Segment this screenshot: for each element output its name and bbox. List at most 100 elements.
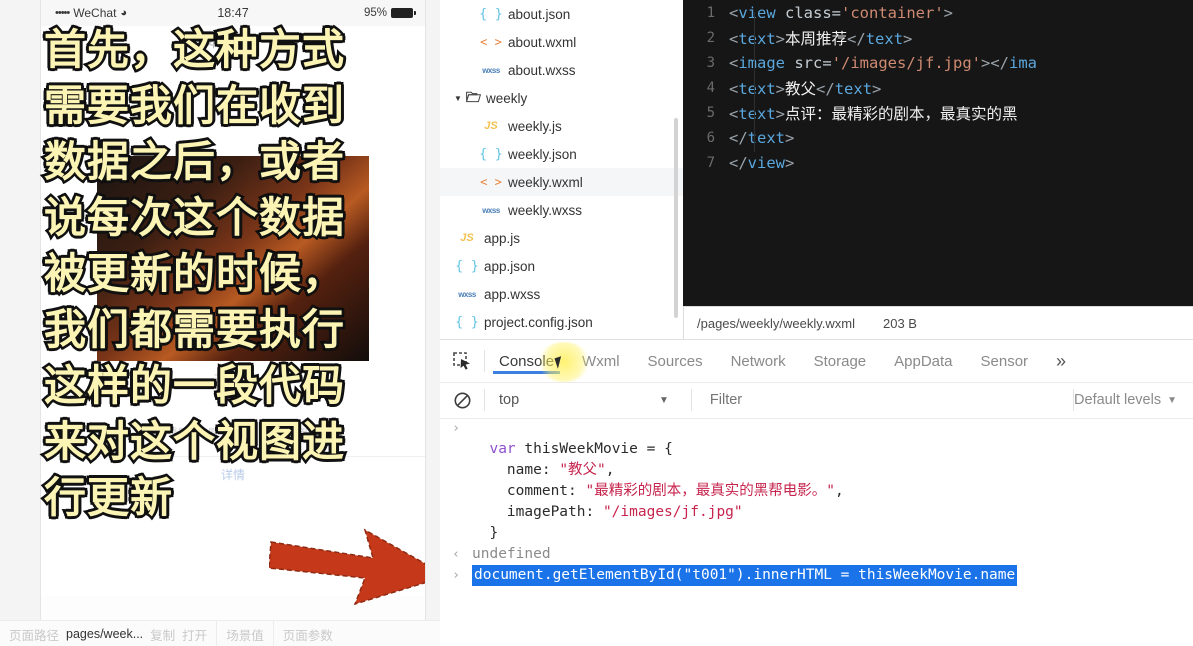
console-row[interactable]: imagePath: "/images/jf.jpg" (440, 502, 1193, 523)
file-tree-item-label: weekly (486, 90, 528, 106)
code-line-text: </view> (729, 153, 795, 172)
console-row-text: imagePath: "/images/jf.jpg" (472, 504, 743, 520)
console-row-marker: › (452, 421, 460, 436)
copy-button[interactable]: 复制 (150, 625, 175, 644)
file-tree-item[interactable]: wxss weekly.wxss (440, 196, 683, 224)
file-tree-item[interactable]: { } app.json (440, 252, 683, 280)
code-editor[interactable]: 1 <view class='container'> 2 <text>本周推荐</t… (683, 0, 1193, 306)
code-line[interactable]: 6 </text> (683, 125, 1193, 150)
console-output[interactable]: › var thisWeekMovie = { name: "教父", comm… (440, 418, 1193, 646)
console-levels-label: Default levels (1074, 392, 1162, 408)
cursor-highlight (536, 342, 592, 382)
file-tree-item-label: app.json (484, 258, 536, 274)
console-row[interactable]: › document.getElementById("t001").innerHT… (440, 565, 1193, 586)
console-row[interactable]: ‹ undefined (440, 544, 1193, 565)
open-button[interactable]: 打开 (182, 625, 207, 644)
content-divider (41, 456, 425, 457)
code-line[interactable]: 7 </view> (683, 150, 1193, 175)
red-arrow-annotation (269, 524, 425, 608)
file-info-bar: /pages/weekly/weekly.wxml 203 B (683, 306, 1193, 339)
file-tree-scrollbar[interactable] (674, 118, 678, 318)
file-tree-item-label: app.wxss (484, 286, 541, 302)
tab-appdata[interactable]: AppData (880, 340, 966, 382)
file-tree-item[interactable]: wxss about.wxss (440, 56, 683, 84)
page-path-label: 页面路径 (9, 628, 60, 643)
json-icon: { } (455, 258, 479, 274)
chevron-down-icon[interactable]: ▼ (659, 395, 669, 406)
code-line[interactable]: 1 <view class='container'> (683, 0, 1193, 25)
movie-comment: 点评：最精彩的剧本，最真实的黑帮电影。 (138, 428, 328, 439)
line-number: 4 (706, 79, 715, 96)
wxss-icon: wxss (458, 289, 476, 299)
phone-simulator: ••••• WeChat ◕ 18:47 95% 本周推荐 教父 点评：最精彩的… (40, 0, 426, 620)
movie-title: 教父 (213, 372, 253, 394)
page-params-button[interactable]: 页面参数 (274, 621, 342, 646)
console-row[interactable]: name: "教父", (440, 460, 1193, 481)
file-tree-item[interactable]: wxss app.wxss (440, 280, 683, 308)
code-line[interactable]: 5 <text>点评：最精彩的剧本，最真实的黑 (683, 100, 1193, 125)
code-line[interactable]: 4 <text>教父</text> (683, 75, 1193, 100)
page-heading: 本周推荐 (206, 35, 259, 50)
console-filter-bar: top ▼ Default levels ▼ (440, 382, 1193, 419)
more-tabs-button[interactable]: » (1042, 340, 1080, 382)
console-row[interactable]: } (440, 523, 1193, 544)
code-line[interactable]: 2 <text>本周推荐</text> (683, 25, 1193, 50)
json-icon: { } (455, 314, 479, 330)
file-tree-item-label: app.js (484, 230, 521, 246)
file-tree-item-label: about.wxss (508, 62, 576, 78)
file-tree-item[interactable]: JS weekly.js (440, 112, 683, 140)
file-tree-item-label: weekly.wxml (508, 174, 583, 190)
file-tree-item[interactable]: { } about.json (440, 0, 683, 28)
line-number: 5 (706, 104, 715, 121)
js-icon: JS (460, 232, 474, 244)
file-explorer[interactable]: { } about.json < > about.wxml wxss about.wxss… (440, 0, 684, 338)
console-row[interactable]: comment: "最精彩的剧本，最真实的黑帮电影。", (440, 481, 1193, 502)
line-number: 3 (706, 54, 715, 71)
code-line-text: <text>本周推荐</text> (729, 29, 913, 48)
simulator-bottom-bar: 页面路径 pages/week... 复制 打开 场景值 页面参数 (0, 620, 440, 646)
code-line[interactable]: 3 <image src='/images/jf.jpg'></ima (683, 50, 1193, 75)
movie-poster-image (97, 156, 369, 361)
clear-console-icon[interactable] (440, 392, 484, 409)
tab-sensor[interactable]: Sensor (967, 340, 1043, 382)
file-tree-item-label: project.config.json (484, 314, 593, 330)
wxml-icon: < > (480, 175, 502, 189)
inspect-element-icon[interactable] (440, 351, 484, 371)
code-line-text: <image src='/images/jf.jpg'></ima (729, 53, 1037, 72)
console-row-text: document.getElementById("t001").innerHTM… (472, 565, 1018, 586)
file-tree-item[interactable]: { } weekly.json (440, 140, 683, 168)
code-line-text: </text> (729, 128, 795, 147)
json-icon: { } (479, 146, 503, 162)
file-path-label: /pages/weekly/weekly.wxml (697, 315, 855, 331)
file-tree-item[interactable]: < > weekly.wxml (440, 168, 683, 196)
tab-network[interactable]: Network (717, 340, 800, 382)
wxss-icon: wxss (482, 65, 500, 75)
console-context-selector[interactable]: top (485, 392, 659, 408)
file-tree-item[interactable]: JS app.js (440, 224, 683, 252)
console-levels-dropdown[interactable]: Default levels ▼ (1074, 392, 1193, 408)
tab-sources[interactable]: Sources (634, 340, 717, 382)
detail-link: 详情 (220, 468, 245, 482)
line-number: 1 (706, 4, 715, 21)
file-tree-item-label: about.json (508, 6, 571, 22)
file-tree-item-label: weekly.json (508, 146, 577, 162)
tab-storage[interactable]: Storage (800, 340, 881, 382)
line-number: 6 (706, 129, 715, 146)
phone-status-bar: ••••• WeChat ◕ 18:47 95% (41, 0, 425, 26)
scene-value-button[interactable]: 场景值 (217, 621, 273, 646)
console-row[interactable]: › (440, 418, 1193, 439)
console-filter-input[interactable] (691, 391, 1074, 409)
folder-open-icon (465, 91, 486, 106)
indent-guide (754, 12, 755, 152)
caret-down-icon[interactable]: ▼ (450, 94, 466, 103)
file-tree-item[interactable]: ▼ weekly (440, 84, 683, 112)
file-size-label: 203 B (882, 315, 917, 331)
line-number: 7 (706, 154, 715, 171)
json-icon: { } (479, 6, 503, 22)
file-tree-item[interactable]: < > about.wxml (440, 28, 683, 56)
console-row[interactable]: var thisWeekMovie = { (440, 439, 1193, 460)
file-tree-item[interactable]: { } project.config.json (440, 308, 683, 336)
js-icon: JS (484, 120, 498, 132)
file-tree-item-label: about.wxml (508, 34, 577, 50)
page-path-cell: 页面路径 pages/week... 复制 打开 (0, 621, 216, 646)
